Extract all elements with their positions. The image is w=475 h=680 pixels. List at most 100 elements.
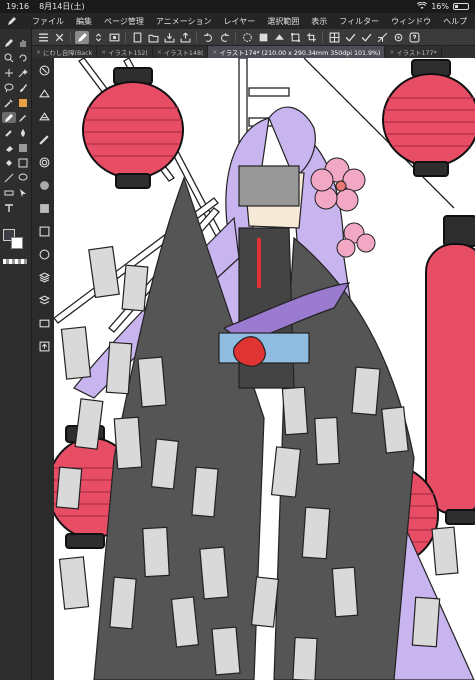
airbrush-icon[interactable] — [2, 127, 16, 138]
export-icon[interactable] — [35, 340, 53, 352]
menu-view[interactable]: 表示 — [305, 16, 333, 27]
divider — [235, 31, 236, 43]
menu-selection[interactable]: 選択範囲 — [261, 16, 305, 27]
tool-property-icon[interactable] — [35, 110, 53, 122]
wifi-icon — [417, 1, 428, 12]
transform-icon[interactable] — [288, 31, 302, 44]
rotate-icon[interactable] — [16, 52, 30, 63]
tab-document[interactable]: × にわし自障(Back — [32, 46, 98, 58]
brush-icon[interactable] — [16, 82, 30, 93]
hand-icon[interactable] — [16, 37, 30, 48]
clear-icon[interactable] — [240, 31, 254, 44]
pen-icon[interactable] — [4, 15, 20, 27]
shape-icon[interactable] — [16, 157, 30, 168]
tab-document[interactable]: × イラスト152( — [97, 46, 153, 58]
text-icon[interactable] — [2, 202, 16, 213]
color-slider-icon[interactable] — [35, 202, 53, 214]
save-icon[interactable] — [162, 31, 176, 44]
stamp-icon[interactable] — [16, 97, 30, 108]
lasso-icon[interactable] — [2, 82, 16, 93]
magic-wand-icon[interactable] — [16, 67, 30, 78]
document-tabs: × にわし自障(Back × イラスト152( × イラスト148( × イラスト174… — [32, 46, 475, 58]
menu-layer[interactable]: レイヤー — [218, 16, 262, 27]
crop-icon[interactable] — [304, 31, 318, 44]
settings-icon[interactable] — [391, 31, 405, 44]
move-icon[interactable] — [2, 67, 16, 78]
close-icon[interactable]: × — [389, 49, 394, 56]
divider — [322, 31, 323, 43]
menu-help[interactable]: ヘルプ — [437, 16, 473, 27]
check-layer-icon[interactable] — [359, 31, 373, 44]
navigator-icon[interactable] — [35, 64, 53, 76]
color-history-icon[interactable] — [35, 225, 53, 237]
layer-property-icon[interactable] — [35, 87, 53, 99]
line-icon[interactable] — [2, 172, 16, 183]
new-file-icon[interactable] — [130, 31, 144, 44]
film-icon[interactable] — [107, 31, 121, 44]
panel-icon-column — [34, 58, 54, 680]
help-icon[interactable] — [407, 31, 421, 44]
eraser-icon[interactable] — [2, 142, 16, 153]
menu-page[interactable]: ページ管理 — [98, 16, 150, 27]
tab-label: にわし自障(Back — [43, 49, 93, 57]
arrow-select-icon[interactable] — [16, 187, 30, 198]
pen-settings-icon[interactable] — [75, 30, 89, 44]
battery-icon — [453, 3, 469, 10]
lantern-top-right — [382, 59, 475, 177]
pen-icon[interactable] — [2, 37, 16, 48]
battery-percent: 16% — [431, 2, 449, 11]
chevron-updown-icon[interactable] — [91, 31, 105, 44]
divider — [125, 31, 126, 43]
command-bar — [32, 29, 475, 46]
close-icon[interactable]: × — [212, 49, 217, 56]
sub-color-swatch[interactable] — [11, 237, 23, 249]
tab-label: イラスト174* (210.00 x 290.34mm 350dpi 101.9… — [219, 49, 381, 57]
undo-icon[interactable] — [201, 31, 215, 44]
layer-search-icon[interactable] — [35, 294, 53, 306]
brush-size-icon[interactable] — [35, 133, 53, 145]
tab-document-active[interactable]: × イラスト174* (210.00 x 290.34mm 350dpi 101.… — [208, 46, 386, 58]
menu-file[interactable]: ファイル — [26, 16, 70, 27]
search-icon[interactable] — [2, 52, 16, 63]
gradient-icon[interactable] — [16, 142, 30, 153]
transparent-color-swatch[interactable] — [3, 259, 27, 264]
export-icon[interactable] — [178, 31, 192, 44]
drawing-canvas[interactable] — [54, 58, 475, 680]
ruler-icon[interactable] — [2, 187, 16, 198]
blend-icon[interactable] — [16, 127, 30, 138]
menu-edit[interactable]: 編集 — [70, 16, 98, 27]
close-icon[interactable]: × — [157, 49, 162, 56]
open-icon[interactable] — [146, 31, 160, 44]
animation-icon[interactable] — [35, 317, 53, 329]
menu-animation[interactable]: アニメーション — [150, 16, 218, 27]
balloon-icon[interactable] — [16, 172, 30, 183]
close-icon[interactable]: × — [36, 49, 41, 56]
status-date: 8月14日(土) — [39, 2, 85, 11]
illustration — [54, 58, 475, 680]
divider — [196, 31, 197, 43]
eyedropper-icon[interactable] — [2, 97, 16, 108]
sub-tool-icon[interactable] — [35, 156, 53, 168]
menu-filter[interactable]: フィルター — [333, 16, 385, 27]
tab-document[interactable]: × イラスト177* — [385, 46, 442, 58]
lantern-right — [425, 215, 475, 525]
close-icon[interactable]: × — [101, 49, 106, 56]
tab-document[interactable]: × イラスト148( — [153, 46, 209, 58]
pencil-icon[interactable] — [16, 112, 30, 123]
menu-icon[interactable] — [36, 31, 50, 44]
tab-label: イラスト148( — [163, 49, 204, 57]
fill-icon[interactable] — [2, 157, 16, 168]
close-icon[interactable] — [52, 31, 66, 44]
outline-icon[interactable] — [272, 31, 286, 44]
pen-icon[interactable] — [2, 112, 16, 123]
grid-icon[interactable] — [327, 31, 341, 44]
tab-label: イラスト177* — [396, 49, 437, 57]
menu-window[interactable]: ウィンドウ — [385, 16, 437, 27]
material-icon[interactable] — [35, 248, 53, 260]
fill-icon[interactable] — [256, 31, 270, 44]
layer-icon[interactable] — [35, 271, 53, 283]
color-wheel-icon[interactable] — [35, 179, 53, 191]
check-ruler-icon[interactable] — [343, 31, 357, 44]
redo-icon[interactable] — [217, 31, 231, 44]
snap-icon[interactable] — [375, 31, 389, 44]
